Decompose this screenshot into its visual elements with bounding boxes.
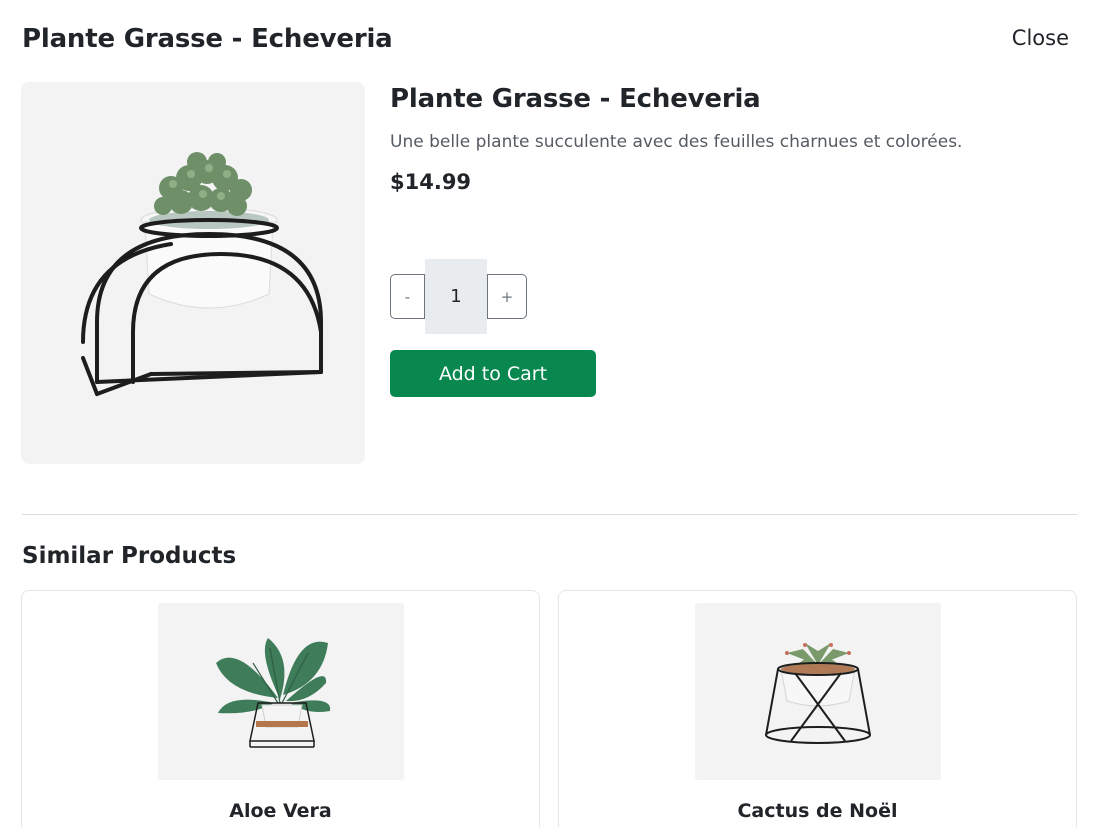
quantity-decrease-button[interactable]: - xyxy=(390,274,425,319)
add-to-cart-button[interactable]: Add to Cart xyxy=(390,350,596,397)
similar-product-image xyxy=(157,603,404,780)
quantity-increase-button[interactable]: + xyxy=(487,274,527,319)
similar-product-name: Aloe Vera xyxy=(229,800,332,822)
product-image-svg xyxy=(81,152,323,396)
section-divider xyxy=(22,514,1077,515)
close-button[interactable]: Close xyxy=(1012,26,1069,50)
product-image xyxy=(21,82,365,464)
similar-product-name: Cactus de Noël xyxy=(737,800,898,822)
leafy-plant-icon xyxy=(215,638,330,748)
quantity-stepper: - 1 + xyxy=(390,259,527,334)
succulent-stand-icon xyxy=(764,643,871,744)
product-name: Plante Grasse - Echeveria xyxy=(390,84,761,114)
modal-title: Plante Grasse - Echeveria xyxy=(22,24,393,54)
similar-product-card[interactable]: Aloe Vera xyxy=(21,590,540,827)
similar-product-image xyxy=(694,603,941,780)
similar-product-card[interactable]: Cactus de Noël xyxy=(558,590,1077,827)
product-info: Plante Grasse - Echeveria Une belle plan… xyxy=(390,84,1070,194)
product-description: Une belle plante succulente avec des feu… xyxy=(390,132,963,152)
quantity-input[interactable]: 1 xyxy=(425,259,487,334)
product-price: $14.99 xyxy=(390,170,472,194)
similar-products-title: Similar Products xyxy=(22,543,237,569)
